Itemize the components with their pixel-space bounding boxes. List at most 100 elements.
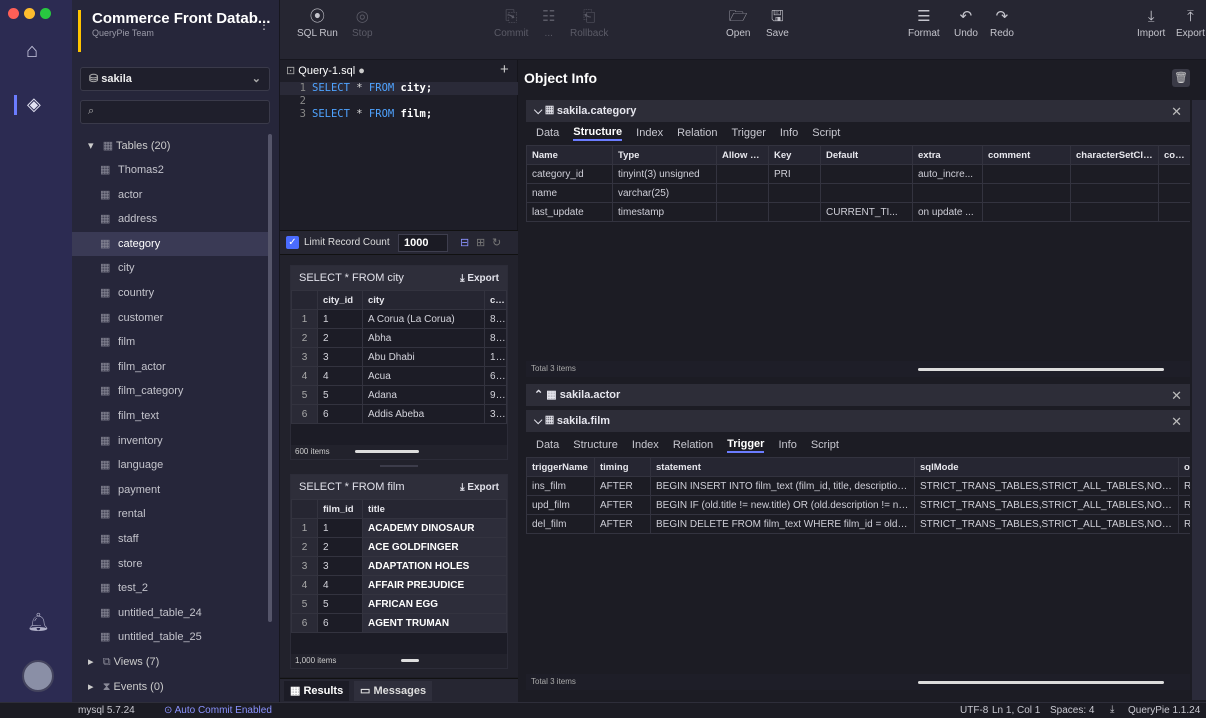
table-row[interactable]: 5 5 Adana 97	[291, 385, 507, 405]
table-row[interactable]: 4 4 AFFAIR PREJUDICE	[291, 575, 507, 595]
table-cell[interactable]: Abha	[362, 328, 485, 348]
table-cell[interactable]: timestamp	[612, 202, 717, 222]
table-row[interactable]: last_update timestamp CURRENT_TI... on upda…	[526, 202, 1190, 222]
more-icon[interactable]: ⋮	[258, 18, 270, 32]
table-row[interactable]: 4 4 Acua 60	[291, 366, 507, 386]
table-cell[interactable]: AGENT TRUMAN	[362, 613, 507, 633]
table-cell[interactable]	[820, 183, 913, 203]
row-number[interactable]: 5	[291, 594, 318, 614]
table-cell[interactable]: CURRENT_TI...	[820, 202, 913, 222]
tab-trigger[interactable]: Trigger	[731, 127, 765, 139]
table-cell[interactable]	[768, 183, 821, 203]
layers-icon[interactable]: ◈	[27, 94, 41, 115]
row-number[interactable]: 4	[291, 366, 318, 386]
split-view-icon[interactable]: ⊟	[460, 236, 469, 249]
tab-relation[interactable]: Relation	[677, 127, 717, 139]
table-cell[interactable]	[716, 202, 769, 222]
column-header[interactable]: comment	[982, 145, 1071, 165]
table-cell[interactable]: 1	[317, 518, 363, 538]
sidebar-table-staff[interactable]: ▦ staff	[72, 527, 272, 551]
table-cell[interactable]: 60	[484, 366, 507, 386]
row-number[interactable]: 6	[291, 613, 318, 633]
table-cell[interactable]: 31	[484, 404, 507, 424]
row-number[interactable]: 3	[291, 347, 318, 367]
table-cell[interactable]: R	[1178, 476, 1190, 496]
row-number[interactable]: 1	[291, 309, 318, 329]
table-row[interactable]: 2 2 ACE GOLDFINGER	[291, 537, 507, 557]
row-number[interactable]: 1	[291, 518, 318, 538]
sidebar-table-language[interactable]: ▦ language	[72, 453, 272, 477]
tab-structure[interactable]: Structure	[573, 126, 623, 141]
table-cell[interactable]: R	[1178, 514, 1190, 534]
column-header[interactable]: statement	[650, 457, 915, 477]
table-cell[interactable]: BEGIN INSERT INTO film_text (film_id, ti…	[650, 476, 915, 496]
minimize-window-button[interactable]	[24, 8, 35, 19]
table-cell[interactable]: STRICT_TRANS_TABLES,STRICT_ALL_TABLES,NO…	[914, 514, 1179, 534]
sidebar-table-inventory[interactable]: ▦ inventory	[72, 429, 272, 453]
sidebar-table-payment[interactable]: ▦ payment	[72, 478, 272, 502]
table-cell[interactable]: category_id	[526, 164, 613, 184]
row-number[interactable]: 2	[291, 537, 318, 557]
sidebar-table-store[interactable]: ▦ store	[72, 552, 272, 576]
column-header[interactable]: triggerName	[526, 457, 595, 477]
table-row[interactable]: category_id tinyint(3) unsigned PRI auto_in…	[526, 164, 1190, 184]
column-header[interactable]: Default	[820, 145, 913, 165]
tab-index[interactable]: Index	[636, 127, 663, 139]
category-panel-header[interactable]: ⌵ ▦ sakila.category ✕	[526, 100, 1190, 122]
commit-button[interactable]: ⎘ Commit	[494, 8, 528, 39]
table-cell[interactable]: ADAPTATION HOLES	[362, 556, 507, 576]
indent-spaces[interactable]: Spaces: 4	[1050, 705, 1094, 716]
table-cell[interactable]	[1158, 164, 1190, 184]
sidebar-table-rental[interactable]: ▦ rental	[72, 502, 272, 526]
table-cell[interactable]: Addis Abeba	[362, 404, 485, 424]
table-cell[interactable]: AFRICAN EGG	[362, 594, 507, 614]
column-header[interactable]: city_id	[317, 290, 363, 310]
collapse-icon[interactable]: ⌵	[534, 105, 542, 117]
column-header[interactable]: coun	[484, 290, 507, 310]
side-collapsed-tabs[interactable]	[1192, 100, 1206, 700]
cursor-position[interactable]: Ln 1, Col 1	[992, 705, 1040, 716]
table-cell[interactable]: 2	[317, 537, 363, 557]
column-header[interactable]: collati	[1158, 145, 1190, 165]
film-panel-header[interactable]: ⌵ ▦ sakila.film ✕	[526, 410, 1190, 432]
table-row[interactable]: del_film AFTER BEGIN DELETE FROM film_text…	[526, 514, 1190, 534]
export-result-button[interactable]: ⤓ Export	[460, 273, 499, 284]
tab-info[interactable]: Info	[778, 439, 796, 451]
table-cell[interactable]	[912, 183, 983, 203]
table-cell[interactable]: 6	[317, 613, 363, 633]
row-number[interactable]: 3	[291, 556, 318, 576]
bell-icon[interactable]: 🔔︎	[27, 612, 50, 633]
rollback-button[interactable]: ⎗ Rollback	[570, 8, 608, 39]
table-cell[interactable]	[1070, 164, 1159, 184]
tab-data[interactable]: Data	[536, 439, 559, 451]
splitter-handle[interactable]	[380, 465, 418, 467]
zoom-window-button[interactable]	[40, 8, 51, 19]
table-row[interactable]: 2 2 Abha 82	[291, 328, 507, 348]
table-cell[interactable]: 82	[484, 328, 507, 348]
column-header[interactable]: Type	[612, 145, 717, 165]
home-icon[interactable]: ⌂	[26, 40, 38, 63]
column-header[interactable]: characterSetCli...	[1070, 145, 1159, 165]
sidebar-table-film[interactable]: ▦ film	[72, 330, 272, 354]
close-icon[interactable]: ✕	[1171, 414, 1182, 430]
table-cell[interactable]: AFFAIR PREJUDICE	[362, 575, 507, 595]
table-cell[interactable]	[716, 183, 769, 203]
column-header[interactable]: city	[362, 290, 485, 310]
table-cell[interactable]: PRI	[768, 164, 821, 184]
save-button[interactable]: 🖫 Save	[766, 8, 789, 39]
table-cell[interactable]: Abu Dhabi	[362, 347, 485, 367]
views-group[interactable]: ▸ ⧉ Views (7)	[72, 651, 272, 673]
table-row[interactable]: 3 3 Abu Dhabi 101	[291, 347, 507, 367]
table-cell[interactable]: STRICT_TRANS_TABLES,STRICT_ALL_TABLES,NO…	[914, 495, 1179, 515]
close-icon[interactable]: ✕	[1171, 104, 1182, 120]
row-number[interactable]: 2	[291, 328, 318, 348]
horizontal-scrollbar[interactable]	[401, 659, 419, 662]
table-cell[interactable]: 3	[317, 556, 363, 576]
tab-data[interactable]: Data	[536, 127, 559, 139]
table-row[interactable]: 5 5 AFRICAN EGG	[291, 594, 507, 614]
encoding[interactable]: UTF-8	[960, 705, 988, 716]
table-cell[interactable]: BEGIN IF (old.title != new.title) OR (ol…	[650, 495, 915, 515]
close-window-button[interactable]	[8, 8, 19, 19]
table-cell[interactable]: AFTER	[594, 495, 651, 515]
sidebar-table-customer[interactable]: ▦ customer	[72, 306, 272, 330]
